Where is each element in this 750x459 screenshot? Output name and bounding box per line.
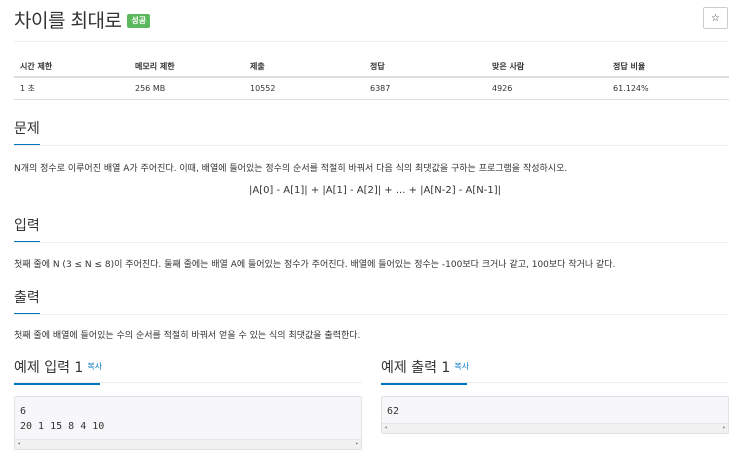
- sample-output-box[interactable]: 62 ◂ ▸: [381, 396, 729, 434]
- table-header-row: 시간 제한 메모리 제한 제출 정답 맞은 사람 정답 비율: [14, 57, 729, 78]
- scroll-left-icon[interactable]: ◂: [384, 424, 388, 432]
- header-time-limit: 시간 제한: [14, 57, 129, 78]
- sample-input-line-1: 6: [20, 406, 27, 417]
- section-divider: [14, 242, 729, 243]
- accept-ratio-value: 61.124%: [607, 77, 729, 100]
- sample-input-line-2: 20 1 15 8 4 10: [20, 421, 105, 432]
- horizontal-scrollbar[interactable]: ◂ ▸: [382, 423, 728, 433]
- problem-info-table: 시간 제한 메모리 제한 제출 정답 맞은 사람 정답 비율 1 초 256 M…: [14, 57, 729, 100]
- sample-input-box[interactable]: 6 20 1 15 8 4 10 ◂ ▸: [14, 396, 362, 450]
- time-limit-value: 1 초: [14, 77, 129, 100]
- sample-input-heading: 예제 입력 1 복사: [14, 357, 102, 385]
- heading-underline: [14, 383, 100, 385]
- accepted-value: 6387: [364, 77, 486, 100]
- section-divider: [381, 382, 729, 383]
- scroll-right-icon[interactable]: ▸: [722, 424, 726, 432]
- heading-underline: [381, 383, 467, 385]
- title-row: 차이를 최대로 성공: [14, 6, 151, 32]
- output-heading-text: 출력: [14, 290, 40, 306]
- header-memory-limit: 메모리 제한: [129, 57, 244, 78]
- header-solved-users: 맞은 사람: [486, 57, 607, 78]
- section-divider: [14, 145, 729, 146]
- header-accepted: 정답: [364, 57, 486, 78]
- input-heading-text: 입력: [14, 218, 40, 234]
- section-divider: [14, 314, 729, 315]
- sample-output-line-1: 62: [387, 406, 400, 417]
- scroll-right-icon[interactable]: ▸: [355, 440, 359, 448]
- output-description: 첫째 줄에 배열에 들어있는 수의 순서를 적절히 바꿔서 얻을 수 있는 식의…: [14, 331, 361, 341]
- copy-sample-output-link[interactable]: 복사: [454, 362, 469, 371]
- status-badge: 성공: [127, 13, 151, 28]
- horizontal-scrollbar[interactable]: ◂ ▸: [15, 439, 361, 449]
- memory-limit-value: 256 MB: [129, 77, 244, 100]
- sample-output-heading: 예제 출력 1 복사: [381, 357, 469, 385]
- sample-output-heading-text: 예제 출력 1: [381, 360, 451, 376]
- output-section-heading: 출력: [14, 287, 40, 315]
- title-divider: [14, 41, 729, 42]
- sample-output-text: 62: [387, 404, 399, 419]
- table-row: 1 초 256 MB 10552 6387 4926 61.124%: [14, 77, 729, 100]
- sample-input-text: 6 20 1 15 8 4 10: [20, 404, 104, 434]
- problem-description: N개의 정수로 이루어진 배열 A가 주어진다. 이때, 배열에 들어있는 정수…: [14, 164, 568, 174]
- star-icon: ☆: [711, 12, 720, 24]
- problem-formula: |A[0] - A[1]| + |A[1] - A[2]| + ... + |A…: [248, 185, 502, 196]
- problem-section-heading: 문제: [14, 118, 40, 146]
- input-description: 첫째 줄에 N (3 ≤ N ≤ 8)이 주어진다. 둘째 줄에는 배열 A에 …: [14, 260, 616, 270]
- header-accept-ratio: 정답 비율: [607, 57, 729, 78]
- star-button[interactable]: ☆: [703, 7, 728, 29]
- problem-heading-text: 문제: [14, 121, 40, 137]
- submissions-value: 10552: [244, 77, 364, 100]
- page-title: 차이를 최대로: [14, 9, 122, 32]
- copy-sample-input-link[interactable]: 복사: [87, 362, 102, 371]
- section-divider: [14, 382, 362, 383]
- solved-users-value: 4926: [486, 77, 607, 100]
- input-section-heading: 입력: [14, 215, 40, 243]
- header-submissions: 제출: [244, 57, 364, 78]
- sample-input-heading-text: 예제 입력 1: [14, 360, 84, 376]
- scroll-left-icon[interactable]: ◂: [17, 440, 21, 448]
